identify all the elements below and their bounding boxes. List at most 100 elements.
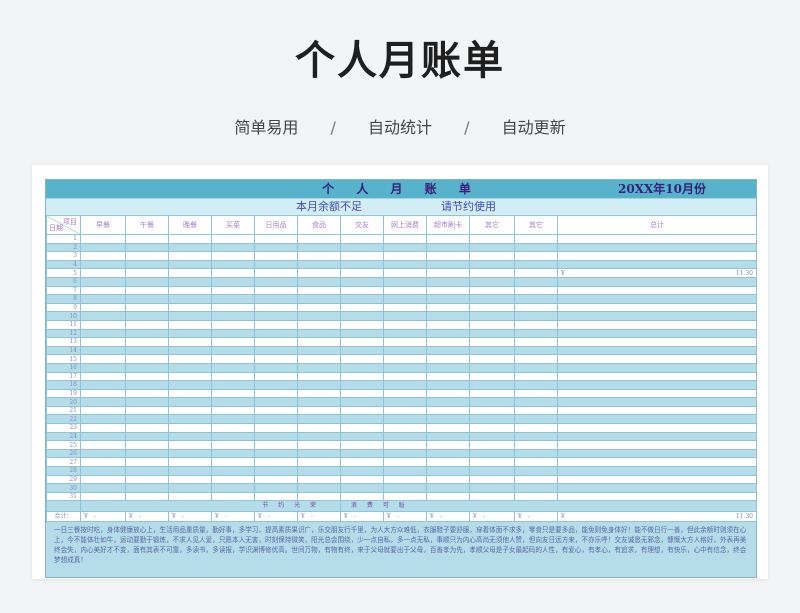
expense-cell[interactable] (125, 431, 169, 442)
expense-cell[interactable] (125, 380, 169, 390)
expense-cell[interactable] (383, 448, 427, 459)
expense-cell[interactable] (340, 302, 384, 313)
expense-cell[interactable] (297, 483, 341, 493)
expense-cell[interactable] (514, 268, 558, 278)
expense-cell[interactable] (514, 457, 558, 468)
expense-cell[interactable] (125, 448, 169, 459)
expense-cell[interactable] (426, 319, 470, 330)
expense-cell[interactable] (340, 380, 384, 390)
expense-cell[interactable] (211, 397, 255, 407)
expense-cell[interactable] (125, 345, 169, 356)
expense-cell[interactable] (340, 405, 384, 416)
expense-cell[interactable] (297, 259, 341, 270)
expense-cell[interactable] (297, 388, 341, 399)
expense-cell[interactable] (426, 337, 470, 347)
expense-cell[interactable] (469, 337, 515, 347)
expense-cell[interactable] (340, 371, 384, 382)
expense-cell[interactable] (297, 328, 341, 339)
total-cell[interactable] (557, 354, 757, 364)
expense-cell[interactable] (168, 311, 212, 321)
total-cell[interactable] (557, 234, 757, 244)
expense-cell[interactable] (80, 345, 126, 356)
expense-cell[interactable] (254, 337, 298, 347)
expense-cell[interactable] (383, 242, 427, 253)
expense-cell[interactable] (514, 276, 558, 287)
expense-cell[interactable] (80, 242, 126, 253)
expense-cell[interactable] (125, 423, 169, 433)
expense-cell[interactable] (254, 440, 298, 450)
expense-cell[interactable] (514, 380, 558, 390)
expense-cell[interactable] (125, 354, 169, 364)
expense-cell[interactable] (383, 285, 427, 296)
expense-cell[interactable] (125, 388, 169, 399)
expense-cell[interactable] (80, 405, 126, 416)
expense-cell[interactable] (168, 380, 212, 390)
expense-cell[interactable] (469, 457, 515, 468)
expense-cell[interactable] (469, 431, 515, 442)
expense-cell[interactable] (125, 362, 169, 373)
expense-cell[interactable] (168, 440, 212, 450)
total-cell[interactable] (557, 337, 757, 347)
total-cell[interactable] (557, 371, 757, 382)
expense-cell[interactable] (426, 259, 470, 270)
expense-cell[interactable] (297, 405, 341, 416)
expense-cell[interactable] (254, 319, 298, 330)
expense-cell[interactable] (254, 234, 298, 244)
expense-cell[interactable] (168, 319, 212, 330)
expense-cell[interactable] (254, 423, 298, 433)
expense-cell[interactable] (168, 423, 212, 433)
expense-cell[interactable] (297, 276, 341, 287)
expense-cell[interactable] (211, 448, 255, 459)
expense-cell[interactable] (80, 285, 126, 296)
expense-cell[interactable] (514, 466, 558, 476)
expense-cell[interactable] (211, 242, 255, 253)
total-cell[interactable] (557, 405, 757, 416)
expense-cell[interactable] (168, 371, 212, 382)
expense-cell[interactable] (514, 345, 558, 356)
expense-cell[interactable] (514, 311, 558, 321)
total-cell[interactable] (557, 285, 757, 296)
expense-cell[interactable] (80, 251, 126, 261)
expense-cell[interactable] (254, 362, 298, 373)
expense-cell[interactable] (340, 294, 384, 304)
expense-cell[interactable] (125, 414, 169, 425)
expense-cell[interactable] (426, 448, 470, 459)
expense-cell[interactable] (469, 234, 515, 244)
expense-cell[interactable] (254, 414, 298, 425)
expense-cell[interactable] (426, 397, 470, 407)
expense-cell[interactable] (125, 328, 169, 339)
expense-cell[interactable] (514, 414, 558, 425)
expense-cell[interactable] (80, 457, 126, 468)
expense-cell[interactable] (211, 440, 255, 450)
expense-cell[interactable] (80, 388, 126, 399)
expense-cell[interactable] (80, 259, 126, 270)
expense-cell[interactable] (297, 354, 341, 364)
expense-cell[interactable] (125, 242, 169, 253)
total-cell[interactable]: ¥11.30 (557, 268, 757, 278)
expense-cell[interactable] (80, 328, 126, 339)
expense-cell[interactable] (383, 276, 427, 287)
expense-cell[interactable] (340, 328, 384, 339)
expense-cell[interactable] (426, 345, 470, 356)
expense-cell[interactable] (383, 388, 427, 399)
expense-cell[interactable] (125, 285, 169, 296)
expense-cell[interactable] (340, 431, 384, 442)
expense-cell[interactable] (297, 311, 341, 321)
expense-cell[interactable] (469, 319, 515, 330)
expense-cell[interactable] (514, 242, 558, 253)
expense-cell[interactable] (80, 319, 126, 330)
expense-cell[interactable] (254, 242, 298, 253)
expense-cell[interactable] (168, 448, 212, 459)
expense-cell[interactable] (469, 491, 515, 502)
expense-cell[interactable] (80, 234, 126, 244)
expense-cell[interactable] (469, 276, 515, 287)
total-cell[interactable] (557, 457, 757, 468)
expense-cell[interactable] (211, 491, 255, 502)
expense-cell[interactable] (211, 302, 255, 313)
expense-cell[interactable] (125, 251, 169, 261)
total-cell[interactable] (557, 380, 757, 390)
expense-cell[interactable] (469, 448, 515, 459)
expense-cell[interactable] (80, 294, 126, 304)
expense-cell[interactable] (383, 474, 427, 485)
expense-cell[interactable] (469, 294, 515, 304)
